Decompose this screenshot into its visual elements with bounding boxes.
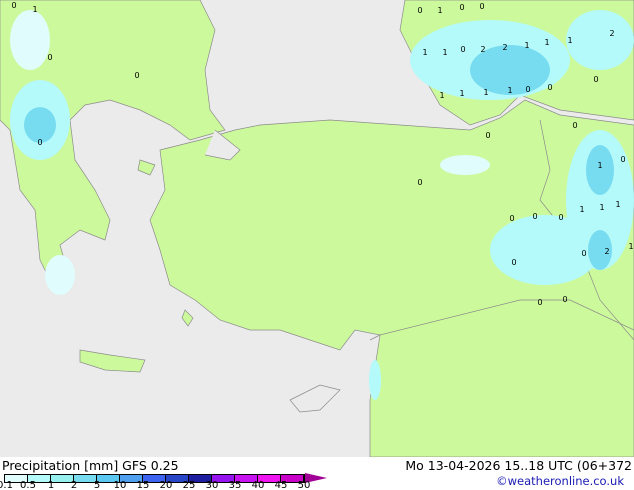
map-value-label: 0 xyxy=(134,71,139,80)
map-value-label: 2 xyxy=(502,43,507,52)
scale-tick-label: 50 xyxy=(297,480,311,490)
scale-tick-label: 1 xyxy=(47,480,55,490)
map-value-label: 0 xyxy=(511,258,516,267)
map-value-label: 0 xyxy=(562,295,567,304)
credit-link[interactable]: ©weatheronline.co.uk xyxy=(496,474,624,488)
map-value-label: 1 xyxy=(615,200,620,209)
map-value-label: 2 xyxy=(609,29,614,38)
map-value-label: 1 xyxy=(442,48,447,57)
scale-tick-label: 15 xyxy=(136,480,150,490)
map-value-label: 1 xyxy=(437,6,442,15)
map-value-label: 0 xyxy=(593,75,598,84)
map-value-label: 0 xyxy=(532,212,537,221)
scale-tick-label: 30 xyxy=(205,480,219,490)
map-value-label: 0 xyxy=(581,249,586,258)
scale-tick-label: 40 xyxy=(251,480,265,490)
map-value-label: 0 xyxy=(558,213,563,222)
map-value-label: 0 xyxy=(417,178,422,187)
map-value-label: 1 xyxy=(507,86,512,95)
map-value-label: 2 xyxy=(604,247,609,256)
map-value-label: 2 xyxy=(480,45,485,54)
precipitation-map: 0 1 0 0 0 0 1 0 0 1 1 2 2 0 1 1 2 1 1 1 1 1 0 0 0 0 1 0 0 1 1 1 0 2 1 0 0 0 0 0… xyxy=(0,0,634,457)
scale-tick-label: 0.1 xyxy=(0,480,13,490)
map-value-label: 0 xyxy=(459,3,464,12)
map-value-label: 1 xyxy=(524,41,529,50)
scale-tick-label: 20 xyxy=(159,480,173,490)
map-value-label: 0 xyxy=(460,45,465,54)
map-value-label: 0 xyxy=(479,2,484,11)
map-value-label: 0 xyxy=(537,298,542,307)
map-value-label: 1 xyxy=(628,242,633,251)
map-value-label: 1 xyxy=(567,36,572,45)
valid-time: Mo 13-04-2026 15..18 UTC (06+372 xyxy=(405,458,632,473)
map-value-label: 1 xyxy=(459,89,464,98)
map-value-label: 0 xyxy=(11,1,16,10)
legend-footer: Precipitation [mm] GFS 0.25 Mo 13-04-202… xyxy=(0,457,634,490)
scale-tick-label: 5 xyxy=(93,480,101,490)
map-value-label: 0 xyxy=(572,121,577,130)
weather-map-view: 0100001001122011211111000010011102100000… xyxy=(0,0,634,490)
map-value-label: 1 xyxy=(32,5,37,14)
map-title: Precipitation [mm] GFS 0.25 xyxy=(2,458,179,473)
map-value-label: 0 xyxy=(485,131,490,140)
color-scale-ticks: 0.1 0.5 1 2 5 10 15 20 25 30 35 40 45 50 xyxy=(0,480,330,490)
map-value-label: 1 xyxy=(439,91,444,100)
scale-tick-label: 2 xyxy=(70,480,78,490)
scale-tick-label: 10 xyxy=(113,480,127,490)
map-value-label: 1 xyxy=(599,203,604,212)
map-value-label: 0 xyxy=(620,155,625,164)
scale-tick-label: 25 xyxy=(182,480,196,490)
map-value-label: 1 xyxy=(544,38,549,47)
map-value-label: 1 xyxy=(597,161,602,170)
map-value-label: 0 xyxy=(37,138,42,147)
scale-tick-label: 45 xyxy=(274,480,288,490)
map-value-label: 1 xyxy=(483,88,488,97)
map-value-label: 1 xyxy=(422,48,427,57)
map-value-label: 0 xyxy=(417,6,422,15)
scale-tick-label: 0.5 xyxy=(20,480,36,490)
map-value-label: 0 xyxy=(525,85,530,94)
map-value-label: 0 xyxy=(509,214,514,223)
map-value-label: 0 xyxy=(547,83,552,92)
scale-tick-label: 35 xyxy=(228,480,242,490)
map-value-label: 0 xyxy=(47,53,52,62)
map-value-label: 1 xyxy=(579,205,584,214)
